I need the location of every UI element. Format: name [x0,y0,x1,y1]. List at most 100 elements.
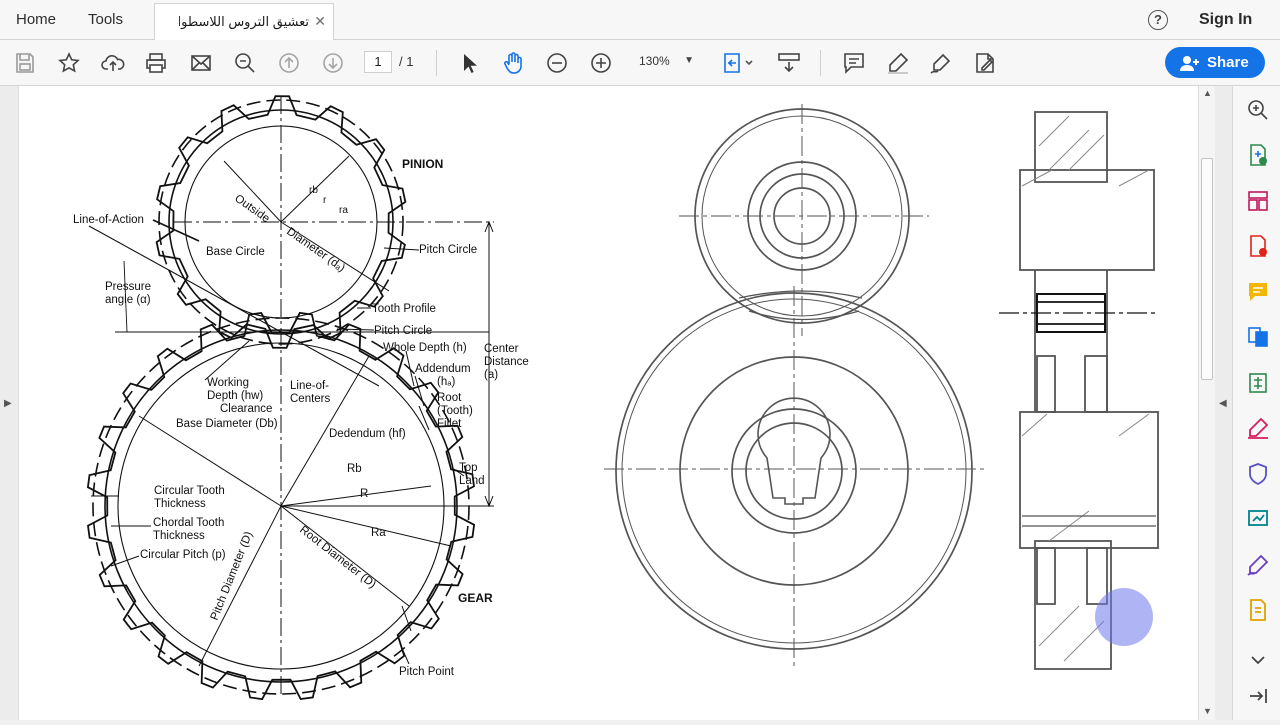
edit-pdf-icon[interactable] [973,51,997,75]
comment-icon[interactable] [842,51,866,75]
ra-label: Ra [371,527,386,539]
addendum-label: Addendum [415,363,471,375]
r-label: R [360,488,368,500]
chevron-down-icon: ▼ [684,55,694,66]
zoom-out-icon[interactable] [545,51,569,75]
menu-bar: Home Tools تعشيق التروس اللاسطوانية... ✕… [0,0,1280,40]
pinion-label: PINION [402,157,443,171]
zoom-in-icon[interactable] [589,51,613,75]
sign-in-link[interactable]: Sign In [1199,11,1252,29]
toolbar-divider [436,50,437,76]
scrollbar-thumb[interactable] [1201,158,1213,380]
zoom-search-icon[interactable] [233,51,257,75]
rb-pinion-label: rb [309,185,318,196]
share-button[interactable]: Share [1165,47,1265,78]
toolbar-divider [820,50,821,76]
upload-icon[interactable] [101,51,125,75]
fill-sign-icon[interactable] [1246,416,1270,440]
sign-pen-icon[interactable] [1246,553,1270,577]
star-icon[interactable] [57,51,81,75]
outside-label: Outside [232,193,271,226]
gear-label: GEAR [458,591,493,605]
fillet-label: Fillet [437,418,462,430]
centers-label: Centers [290,393,331,405]
root-label: Root [437,392,462,404]
page-down-icon[interactable] [321,51,345,75]
scroll-up-icon[interactable]: ▲ [1203,88,1212,98]
page-total: / 1 [399,54,414,69]
left-panel-toggle-icon[interactable]: ▶ [4,398,12,409]
right-panel-toggle-icon[interactable]: ◀ [1219,398,1227,409]
root-diameter-label: Root Diameter (D) [297,524,378,591]
home-menu[interactable]: Home [16,11,56,28]
ra-pinion-label: ra [339,205,348,216]
front-view-drawing [604,104,984,666]
chevron-down-icon[interactable] [1246,648,1270,672]
tooth-label: (Tooth) [437,405,473,417]
top-label: Top [459,462,478,474]
chordal-tooth-label: Chordal Tooth [153,517,224,529]
scroll-down-icon[interactable]: ▼ [1203,706,1212,716]
side-section-drawing [999,111,1159,670]
a-label: (a) [484,369,498,381]
sign-icon[interactable] [929,51,953,75]
tooth-profile-label: Tooth Profile [372,303,436,315]
thickness-label-1: Thickness [154,498,206,510]
help-icon[interactable]: ? [1148,10,1168,30]
hand-icon[interactable] [501,51,525,75]
comment-tool-icon[interactable] [1246,280,1270,304]
print-icon[interactable] [144,51,168,75]
select-arrow-icon[interactable] [457,51,481,75]
email-icon[interactable] [189,51,213,75]
zoom-select[interactable]: 130% ▼ [632,51,698,73]
thickness-label-2: Thickness [153,530,205,542]
save-icon[interactable] [13,51,37,75]
send-review-icon[interactable] [1246,507,1270,531]
more-tools-icon[interactable] [1246,598,1270,622]
depth-hw-label: Depth (hw) [207,390,263,402]
share-label: Share [1207,54,1249,71]
scroll-mode-icon[interactable] [777,51,801,75]
tools-menu[interactable]: Tools [88,11,123,28]
r-pinion-label: r [323,195,327,206]
zoom-icon[interactable] [1246,98,1270,122]
export-pdf-icon[interactable] [1246,143,1270,167]
page-number-input[interactable]: 1 [364,51,392,73]
whole-depth-label: Whole Depth (h) [383,342,467,354]
pitch-circle-label-2: Pitch Circle [374,325,432,337]
pitch-diameter-label: Pitch Diameter (D) [209,530,256,622]
base-diameter-label: Base Diameter (Db) [176,418,278,430]
tools-rail [1232,86,1280,720]
line-of-action-label: Line-of-Action [73,214,144,226]
land-label: Land [459,475,485,487]
combine-files-icon[interactable] [1246,325,1270,349]
page-up-icon[interactable] [277,51,301,75]
cursor-highlight [1095,588,1153,646]
collapse-rail-icon[interactable] [1246,684,1270,708]
diameter-label: Diameter (dₐ) [284,226,347,275]
zoom-value: 130% [639,54,670,68]
working-label: Working [207,377,249,389]
dedendum-label: Dedendum (hf) [329,428,406,440]
close-icon[interactable]: ✕ [314,13,326,30]
pitch-circle-label: Pitch Circle [419,244,477,256]
base-circle-label: Base Circle [206,246,265,258]
clearance-label: Clearance [220,403,272,415]
protect-icon[interactable] [1246,462,1270,486]
gear-drawing: PINION GEAR Line-of-Action Base Circle P… [73,95,1159,701]
toolbar: 1 / 1 130% ▼ [0,40,1280,86]
distance-label: Distance [484,356,529,368]
document-tab-title: تعشيق التروس اللاسطوانية... [179,14,309,29]
fit-page-icon[interactable] [722,51,756,75]
center-label: Center [484,343,519,355]
ha-label: (hₐ) [437,376,456,388]
circular-pitch-label: Circular Pitch (p) [140,549,226,561]
organize-pages-icon[interactable] [1246,189,1270,213]
create-pdf-icon[interactable] [1246,234,1270,258]
document-tab[interactable]: تعشيق التروس اللاسطوانية... ✕ [154,3,334,40]
compress-icon[interactable] [1246,371,1270,395]
circular-tooth-label: Circular Tooth [154,485,225,497]
pressure-label: Pressure [105,281,151,293]
pitch-point-label: Pitch Point [399,666,455,678]
highlight-pen-icon[interactable] [886,51,910,75]
